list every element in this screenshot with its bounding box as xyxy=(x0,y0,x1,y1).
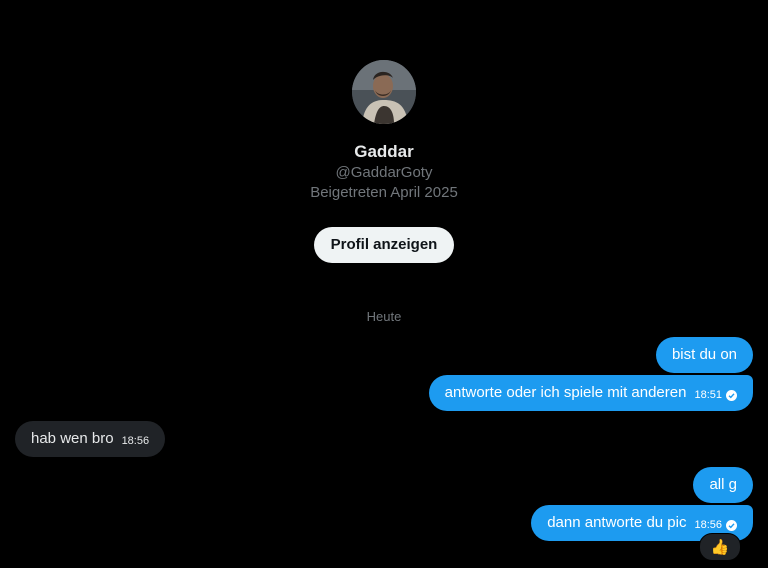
profile-header: Gaddar @GaddarGoty Beigetreten April 202… xyxy=(0,60,768,263)
message-text: bist du on xyxy=(671,346,737,363)
message-bubble-sent[interactable]: bist du on xyxy=(655,337,753,373)
message-timestamp: 18:56 xyxy=(694,519,722,531)
day-separator: Heute xyxy=(366,309,402,324)
profile-name: Gaddar xyxy=(354,142,414,161)
message-text: dann antworte du pic xyxy=(547,514,687,531)
profile-joined-date: Beigetreten April 2025 xyxy=(310,184,458,201)
read-check-icon xyxy=(726,519,737,531)
profile-handle: @GaddarGoty xyxy=(335,164,433,181)
avatar-image xyxy=(352,60,416,124)
thumbs-up-icon: 👍 xyxy=(710,539,730,556)
message-timestamp: 18:56 xyxy=(121,435,150,447)
message-text: all g xyxy=(709,476,737,493)
read-check-icon xyxy=(726,389,737,401)
message-bubble-received[interactable]: hab wen bro 18:56 xyxy=(15,421,166,457)
dm-conversation: Gaddar @GaddarGoty Beigetreten April 202… xyxy=(0,0,768,568)
message-bubble-sent[interactable]: all g xyxy=(693,467,753,503)
message-text: hab wen bro xyxy=(31,430,114,447)
avatar[interactable] xyxy=(352,60,416,124)
message-timestamp: 18:51 xyxy=(694,389,722,401)
view-profile-button[interactable]: Profil anzeigen xyxy=(313,227,455,263)
reaction-badge[interactable]: 👍 xyxy=(699,533,741,561)
message-text: antworte oder ich spiele mit anderen xyxy=(444,384,687,401)
message-bubble-sent[interactable]: antworte oder ich spiele mit anderen 18:… xyxy=(428,375,753,411)
